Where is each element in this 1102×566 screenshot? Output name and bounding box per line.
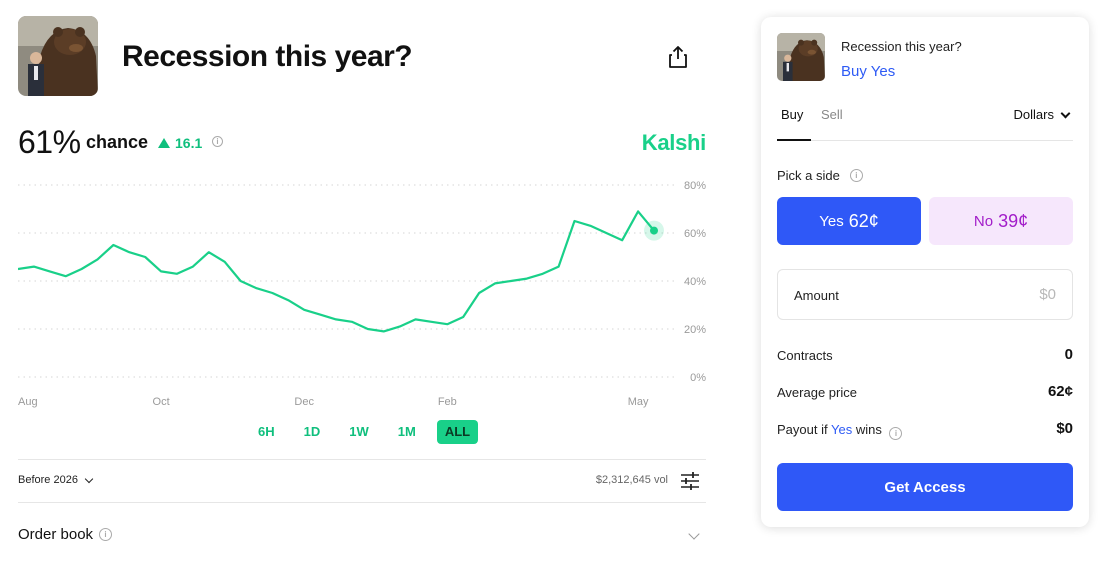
x-tick-label: May [628, 396, 649, 408]
y-tick-label: 0% [690, 372, 706, 384]
range-6h[interactable]: 6H [250, 420, 283, 444]
active-tab-underline [777, 139, 811, 141]
chevron-down-icon[interactable] [688, 528, 700, 540]
current-value-dot [650, 226, 658, 235]
chevron-down-icon [84, 474, 94, 483]
time-range-selector: 6H 1D 1W 1M ALL [250, 420, 491, 444]
yes-label: Yes [819, 212, 844, 230]
market-title: Recession this year? [122, 40, 413, 73]
probability-value: 61% [18, 124, 81, 160]
contracts-row: Contracts 0 [777, 346, 1073, 368]
y-tick-label: 80% [684, 180, 706, 192]
amount-label: Amount [794, 288, 839, 303]
info-icon[interactable]: i [889, 427, 903, 440]
filter-row: Before 2026 $2,312,645 vol [18, 460, 706, 502]
range-1m[interactable]: 1M [390, 420, 424, 444]
change-value: 16.1 [175, 135, 203, 151]
tab-sell-label: Sell [821, 107, 843, 122]
series-line [17, 210, 655, 333]
triangle-up-icon [158, 138, 170, 148]
x-tick-label: Feb [438, 396, 457, 408]
trade-tabs: Buy Sell Dollars [777, 107, 1073, 141]
x-tick-label: Aug [18, 396, 38, 408]
payout-suffix: wins [855, 422, 882, 437]
market-panel: Recession this year? 61% chance 16.1 i K… [17, 16, 708, 566]
payout-prefix: Payout if [777, 422, 828, 437]
no-price: 39¢ [998, 210, 1029, 231]
y-tick-label: 20% [684, 324, 706, 336]
range-1w[interactable]: 1W [341, 420, 377, 444]
card-market-title: Recession this year? [841, 39, 962, 54]
info-icon[interactable]: i [849, 169, 863, 182]
period-label: Before 2026 [18, 474, 78, 486]
price-chart-svg: 80% 60% 40% 20% 0% Aug Oct Dec Feb May [17, 180, 706, 408]
bear-statue-image [777, 33, 825, 81]
payout-row: Payout if Yes wins i $0 [777, 420, 1073, 442]
x-tick-label: Dec [294, 396, 314, 408]
y-tick-label: 40% [684, 276, 706, 288]
tab-buy-label: Buy [781, 107, 804, 122]
contracts-value: 0 [1064, 346, 1073, 363]
chevron-down-icon [1060, 108, 1071, 118]
range-1d[interactable]: 1D [296, 420, 329, 444]
probability-row: 61% chance 16.1 i Kalshi [18, 122, 708, 162]
yes-price: 62¢ [848, 210, 879, 231]
price-chart[interactable]: 80% 60% 40% 20% 0% Aug Oct Dec Feb May [17, 176, 708, 412]
info-icon[interactable]: i [99, 528, 113, 541]
sliders-icon[interactable] [680, 472, 700, 490]
share-icon[interactable] [666, 44, 690, 70]
bear-statue-image [18, 16, 98, 96]
payout-value: $0 [1056, 420, 1073, 437]
trade-card: Recession this year? Buy Yes Buy Sell Do… [761, 17, 1089, 527]
y-tick-label: 60% [684, 228, 706, 240]
card-action-label: Buy Yes [841, 63, 896, 80]
x-tick-label: Oct [153, 396, 170, 408]
no-label: No [973, 212, 994, 230]
range-all[interactable]: ALL [436, 420, 479, 444]
tab-sell[interactable]: Sell [821, 107, 843, 141]
no-button[interactable]: No 39¢ [929, 197, 1073, 245]
period-dropdown[interactable]: Before 2026 [18, 474, 94, 486]
average-price-label: Average price [777, 385, 857, 400]
yes-button[interactable]: Yes 62¢ [777, 197, 921, 245]
average-price-value: 62¢ [1047, 383, 1073, 400]
currency-dropdown[interactable]: Dollars [1013, 107, 1071, 122]
pick-side-text: Pick a side [777, 168, 840, 183]
amount-input[interactable]: $0 [1039, 286, 1056, 303]
get-access-button[interactable]: Get Access [777, 463, 1073, 511]
pick-side-label: Pick a side i [777, 168, 863, 183]
payout-yes-label: Yes [830, 422, 853, 437]
average-price-row: Average price 62¢ [777, 383, 1073, 405]
currency-label: Dollars [1013, 107, 1054, 122]
orderbook-label: Order book [18, 526, 94, 543]
info-icon[interactable]: i [212, 136, 223, 147]
amount-field[interactable]: Amount $0 [777, 269, 1073, 320]
tab-buy[interactable]: Buy [777, 107, 811, 141]
brand-logo: Kalshi [641, 130, 707, 155]
contracts-label: Contracts [777, 348, 833, 363]
volume-label: $2,312,645 vol [595, 474, 668, 486]
divider [18, 502, 706, 503]
change-indicator: 16.1 [158, 135, 202, 151]
chance-label: chance [86, 132, 149, 152]
orderbook-toggle[interactable]: Order book i [18, 526, 113, 543]
